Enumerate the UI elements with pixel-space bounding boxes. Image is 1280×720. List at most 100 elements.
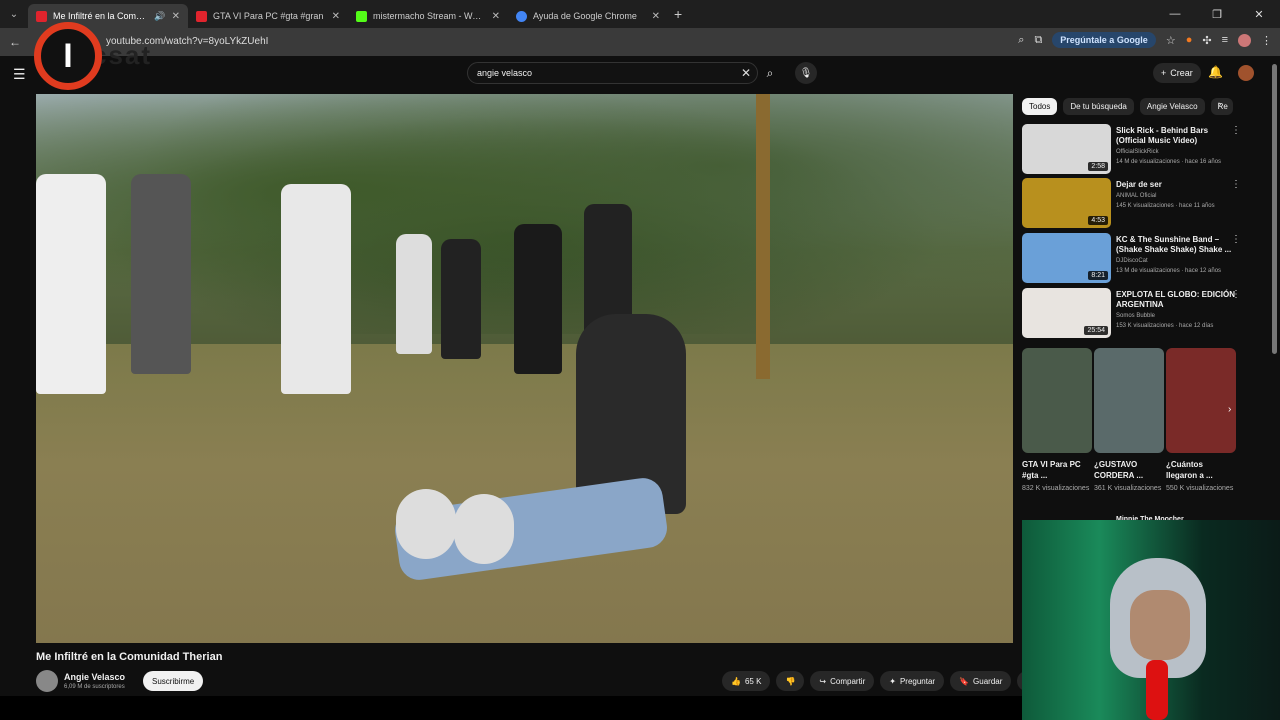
video-thumbnail: 25:54 (1022, 288, 1111, 338)
video-duration: 2:58 (1088, 162, 1108, 171)
ask-button[interactable]: ✦ Preguntar (880, 671, 945, 691)
video-person (396, 234, 432, 354)
recommendation-meta: 13 M de visualizaciones · hace 12 años (1116, 268, 1222, 274)
profile-avatar[interactable] (1238, 33, 1251, 47)
browser-tab-3[interactable]: mistermacho Stream - Watch Live ✕ (348, 4, 508, 28)
short-item[interactable]: ¿Cuántos llegaron a ... 550 K visualizac… (1166, 348, 1236, 494)
minimize-icon[interactable]: — (1154, 0, 1196, 28)
video-duration: 8:21 (1088, 271, 1108, 280)
microphone-icon[interactable]: 🎙 (795, 62, 817, 84)
save-label: Guardar (973, 676, 1003, 686)
sparkle-icon: ✦ (889, 676, 896, 686)
more-options-icon[interactable]: ⋮ (1231, 125, 1241, 136)
like-button[interactable]: 👍 65 K (722, 671, 771, 691)
search-input[interactable]: angie velasco ✕ (467, 62, 758, 84)
recommendation-item[interactable]: 8:21 KC & The Sunshine Band – (Shake Sha… (1022, 233, 1268, 283)
more-options-icon[interactable]: ⋮ (1231, 179, 1241, 190)
tab-title: Ayuda de Google Chrome (533, 11, 637, 21)
short-item[interactable]: GTA VI Para PC #gta ... 832 K visualizac… (1022, 348, 1092, 494)
video-player[interactable] (36, 94, 1013, 643)
chevron-right-icon[interactable]: › (1218, 99, 1221, 110)
recommendation-title: EXPLOTA EL GLOBO: EDICIÓN ARGENTINA (1116, 290, 1235, 309)
short-title: GTA VI Para PC #gta ... (1022, 460, 1081, 480)
overlay-logo-icon: I (34, 22, 102, 90)
chip-more[interactable]: Re (1210, 98, 1233, 115)
shorts-next-icon[interactable]: › (1228, 404, 1231, 415)
youtube-favicon-icon (36, 10, 47, 22)
recommendation-item[interactable]: 4:53 Dejar de ser ANIMAL Oficial 145 K v… (1022, 178, 1268, 228)
short-thumbnail (1022, 348, 1092, 453)
video-thumbnail: 8:21 (1022, 233, 1111, 283)
bottom-bar (0, 696, 1022, 720)
browser-tab-1[interactable]: Me Infiltré en la Comunidad Therian 🔊 ✕ (28, 4, 188, 28)
webcam-microphone (1146, 660, 1168, 720)
restore-icon[interactable]: ❐ (1196, 0, 1238, 28)
close-tab-icon[interactable]: ✕ (332, 11, 340, 22)
install-icon[interactable]: ⧉ (1034, 34, 1042, 47)
kick-favicon-icon (356, 10, 367, 22)
audio-icon[interactable]: 🔊 (154, 11, 165, 22)
recommendation-item[interactable]: 2:58 Slick Rick - Behind Bars (Official … (1022, 124, 1268, 174)
plus-icon: + (1161, 68, 1167, 78)
chip-all[interactable]: Todos (1022, 98, 1058, 115)
ask-label: Preguntar (899, 676, 936, 686)
close-window-icon[interactable]: ✕ (1238, 0, 1280, 28)
short-item[interactable]: ¿GUSTAVO CORDERA ... 361 K visualizacion… (1094, 348, 1164, 494)
search-icon[interactable]: ⌕ (758, 62, 782, 84)
menu-icon[interactable]: ☰ (13, 66, 26, 83)
more-options-icon[interactable]: ⋮ (1231, 289, 1241, 300)
window-controls: — ❐ ✕ (1154, 0, 1280, 28)
dislike-button[interactable]: 👎 (776, 671, 805, 691)
close-tab-icon[interactable]: ✕ (652, 11, 660, 22)
video-person (514, 224, 562, 374)
google-favicon-icon (516, 10, 527, 22)
browser-tab-4[interactable]: Ayuda de Google Chrome ✕ (508, 4, 668, 28)
account-avatar[interactable] (1238, 65, 1254, 81)
chrome-menu-icon[interactable]: ⋮ (1261, 34, 1272, 47)
zoom-icon[interactable]: ⌕ (1018, 34, 1024, 47)
bookmark-star-icon[interactable]: ☆ (1166, 34, 1176, 47)
tab-title: mistermacho Stream - Watch Live (373, 11, 486, 21)
more-options-icon[interactable]: ⋮ (1231, 234, 1241, 245)
recommendation-channel: OfficialSlickRick (1116, 149, 1159, 155)
channel-avatar[interactable] (36, 670, 58, 692)
browser-tab-2[interactable]: GTA VI Para PC #gta #gran ✕ (188, 4, 348, 28)
recommendation-item[interactable]: 25:54 EXPLOTA EL GLOBO: EDICIÓN ARGENTIN… (1022, 288, 1268, 338)
video-shoe (396, 489, 456, 559)
extension-icon[interactable]: ● (1186, 34, 1193, 46)
share-label: Compartir (830, 676, 866, 686)
shorts-shelf: GTA VI Para PC #gta ... 832 K visualizac… (1022, 348, 1236, 494)
close-tab-icon[interactable]: ✕ (172, 11, 180, 22)
save-button[interactable]: 🔖 Guardar (950, 671, 1012, 691)
tab-search-icon[interactable]: ⌄ (0, 0, 28, 28)
ask-google-button[interactable]: Pregúntale a Google (1052, 32, 1156, 48)
notifications-bell-icon[interactable]: 🔔 (1208, 65, 1223, 79)
reading-list-icon[interactable]: ≡ (1222, 34, 1228, 46)
chip-channel[interactable]: Angie Velasco (1139, 98, 1205, 115)
video-shoe (454, 494, 514, 564)
webcam-overlay (1022, 520, 1280, 720)
recommendation-channel: Somos Bubble (1116, 313, 1156, 319)
search-value: angie velasco (477, 68, 533, 78)
close-tab-icon[interactable]: ✕ (492, 11, 500, 22)
short-views: 550 K visualizaciones (1166, 485, 1234, 492)
new-tab-icon[interactable]: + (674, 6, 682, 22)
share-button[interactable]: ↪ Compartir (810, 671, 875, 691)
back-arrow-icon[interactable]: ← (0, 35, 30, 49)
puzzle-icon[interactable]: ✣ (1202, 34, 1211, 47)
video-duration: 4:53 (1088, 216, 1108, 225)
scrollbar[interactable] (1272, 64, 1277, 354)
clear-search-icon[interactable]: ✕ (741, 66, 751, 80)
short-thumbnail (1166, 348, 1236, 453)
subscribe-button[interactable]: Suscribirme (143, 671, 204, 691)
short-views: 361 K visualizaciones (1094, 485, 1162, 492)
chip-from-search[interactable]: De tu búsqueda (1063, 98, 1134, 115)
video-actions: 👍 65 K 👎 ↪ Compartir ✦ Preguntar 🔖 Guard… (722, 671, 1044, 691)
create-button[interactable]: + Crear (1153, 63, 1201, 83)
recommendation-meta: 145 K visualizaciones · hace 11 años (1116, 203, 1215, 209)
recommendation-title: KC & The Sunshine Band – (Shake Shake Sh… (1116, 235, 1232, 254)
subscriber-count: 6,09 M de suscriptores (64, 684, 125, 690)
video-person (36, 174, 106, 394)
channel-name[interactable]: Angie Velasco (64, 672, 125, 682)
webcam-person-face (1130, 590, 1190, 660)
